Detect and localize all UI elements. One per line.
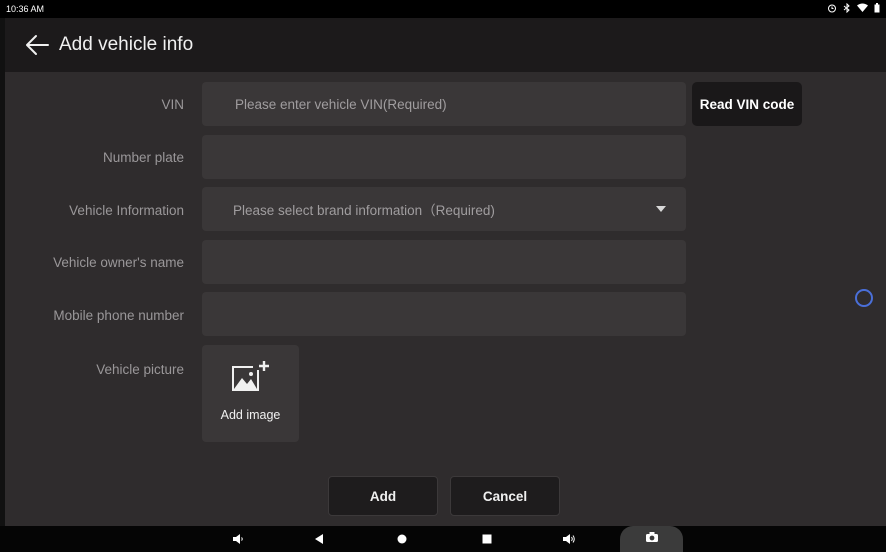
owner-name-label: Vehicle owner's name [53, 255, 184, 270]
bluetooth-icon [843, 2, 851, 16]
battery-icon [874, 2, 880, 16]
recents-icon[interactable] [479, 531, 495, 547]
camera-icon [645, 530, 659, 548]
vin-input[interactable] [233, 95, 686, 113]
dropdown-caret-icon [656, 206, 666, 212]
vin-label: VIN [161, 97, 184, 112]
wifi-icon [857, 3, 868, 15]
read-vin-button[interactable]: Read VIN code [692, 82, 802, 126]
vehicle-information-label: Vehicle Information [69, 203, 184, 218]
navigation-bar [0, 526, 886, 552]
number-plate-label: Number plate [102, 150, 184, 165]
owner-name-input[interactable] [233, 253, 686, 271]
add-button[interactable]: Add [328, 476, 438, 516]
volume-up-icon[interactable] [560, 531, 578, 547]
home-icon[interactable] [394, 531, 410, 547]
mobile-phone-field[interactable] [202, 292, 686, 336]
number-plate-input[interactable] [233, 148, 686, 166]
status-time: 10:36 AM [6, 4, 45, 14]
vehicle-information-placeholder: Please select brand information（Required… [233, 203, 495, 218]
app-window: Add vehicle info VIN Read VIN code Numbe… [5, 18, 886, 526]
add-image-icon [231, 359, 271, 398]
floating-assistive-icon[interactable] [855, 289, 873, 307]
screenshot-button[interactable] [620, 526, 683, 552]
owner-name-field[interactable] [202, 240, 686, 284]
volume-down-icon[interactable] [230, 531, 246, 547]
back-icon[interactable] [311, 531, 327, 547]
alarm-icon [827, 3, 837, 16]
vehicle-information-select[interactable]: Please select brand information（Required… [202, 187, 686, 231]
number-plate-field[interactable] [202, 135, 686, 179]
add-image-button[interactable]: Add image [202, 345, 299, 442]
mobile-phone-label: Mobile phone number [53, 308, 184, 323]
mobile-phone-input[interactable] [233, 305, 686, 323]
vin-field[interactable] [202, 82, 686, 126]
status-icons [827, 2, 880, 16]
vehicle-form: VIN Read VIN code Number plate Vehicle I… [5, 18, 886, 526]
cancel-button[interactable]: Cancel [450, 476, 560, 516]
add-image-label: Add image [220, 408, 281, 422]
vehicle-picture-label: Vehicle picture [96, 362, 184, 377]
status-bar: 10:36 AM [0, 0, 886, 18]
